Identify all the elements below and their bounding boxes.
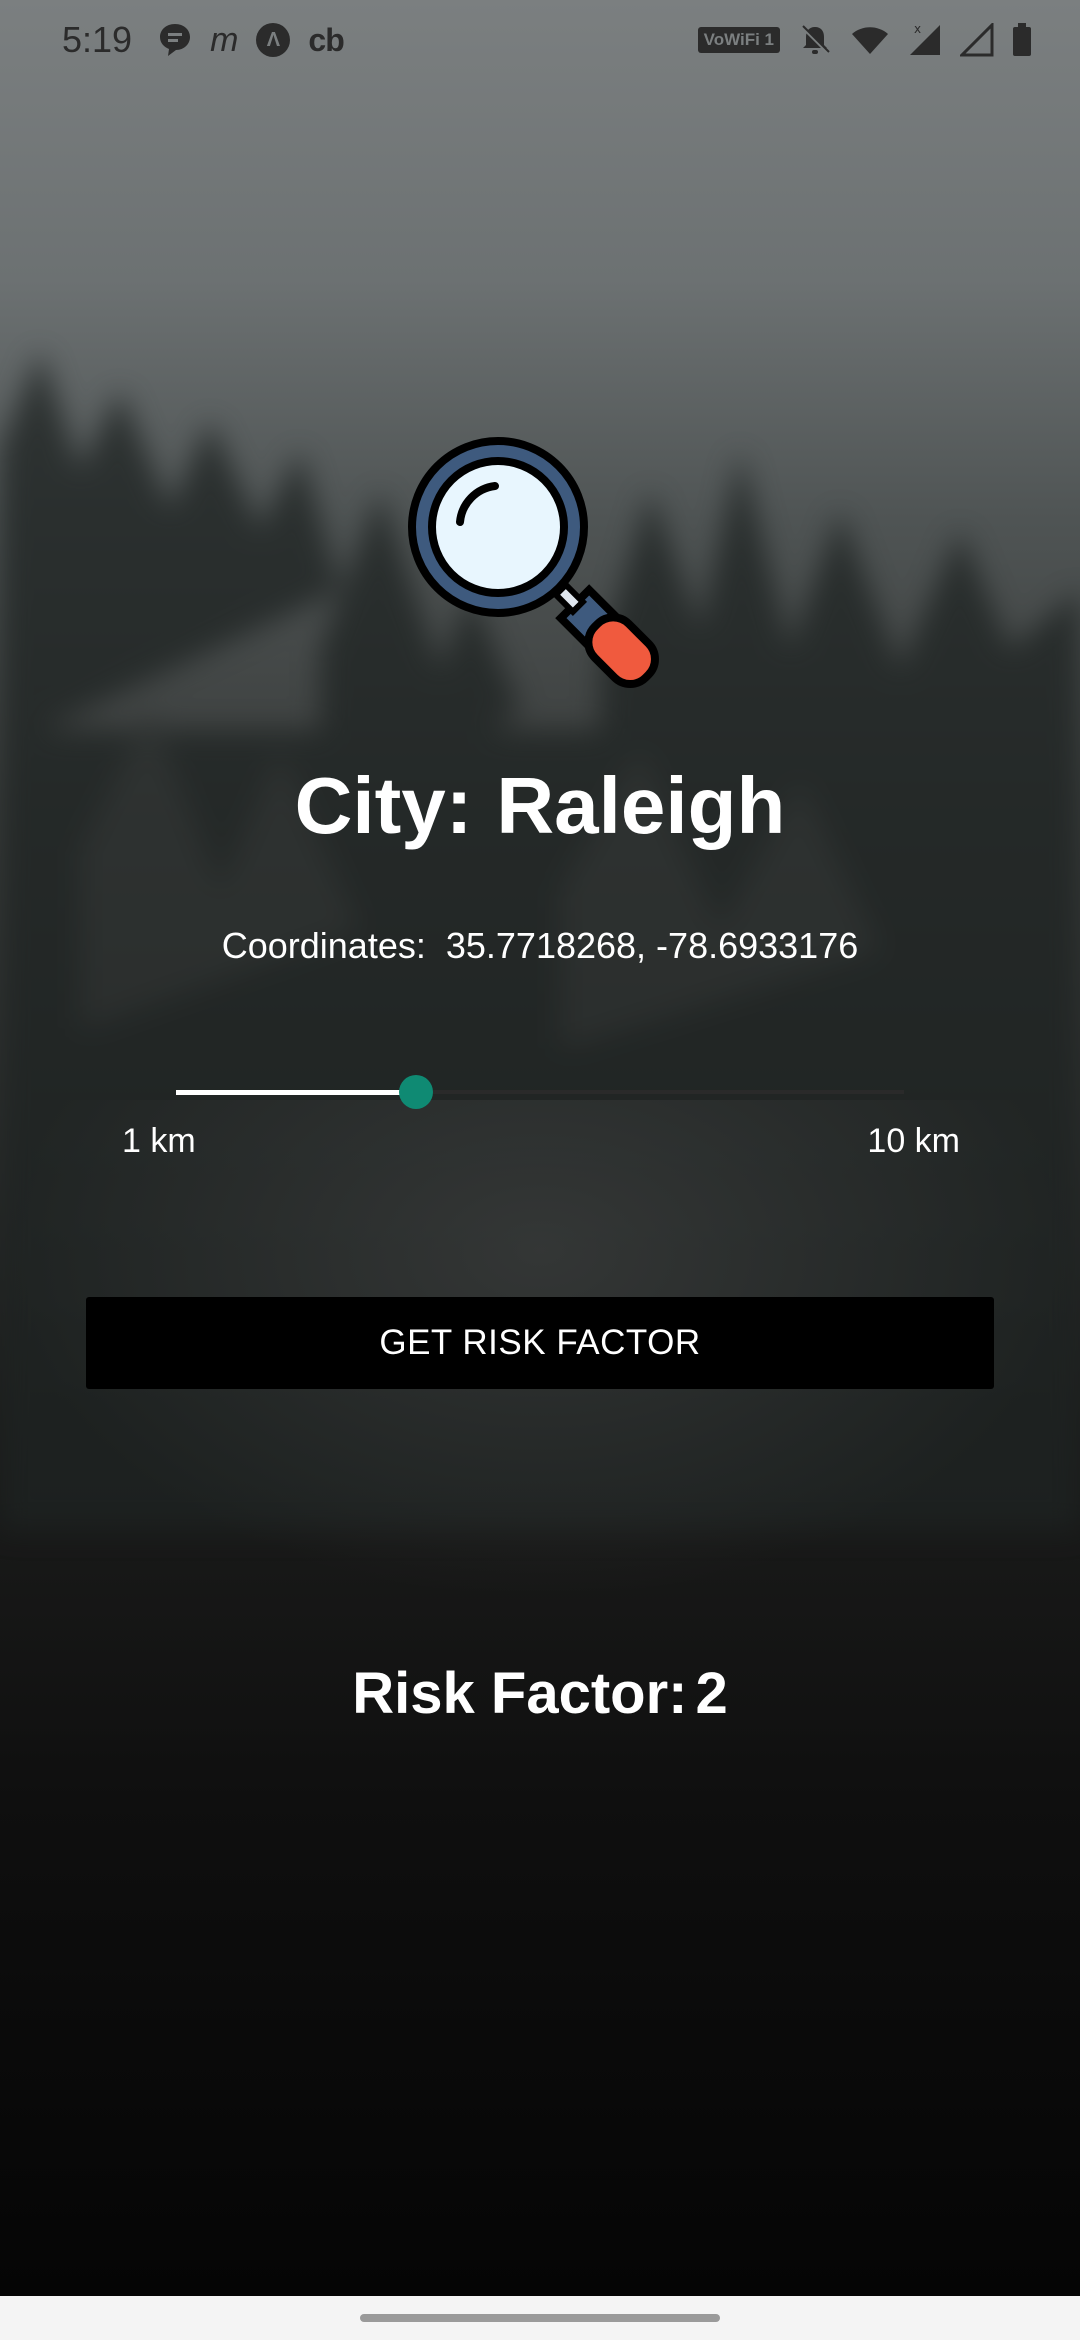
mcdonalds-icon: m (210, 20, 239, 59)
vowifi-badge: VoWiFi 1 (697, 27, 780, 53)
status-right: VoWiFi 1 x (697, 23, 1032, 57)
risk-factor-value: 2 (695, 1661, 728, 1726)
city-label: City: (294, 761, 473, 850)
chat-icon (158, 22, 192, 58)
status-left: 5:19 m Λ cb (62, 19, 345, 61)
signal-icon (960, 23, 994, 57)
city-title: City: Raleigh (0, 760, 1080, 852)
slider-max-label: 10 km (867, 1122, 960, 1160)
slider-thumb[interactable] (399, 1075, 434, 1109)
magnifier-icon (408, 437, 659, 688)
slider-min-label: 1 km (122, 1122, 196, 1160)
slider-fill (176, 1090, 417, 1095)
status-bar: 5:19 m Λ cb VoWiFi 1 x (0, 0, 1080, 80)
mute-icon (798, 23, 832, 57)
svg-text:x: x (914, 23, 921, 36)
wifi-icon (850, 24, 890, 56)
home-indicator[interactable] (360, 2314, 720, 2322)
navigation-bar (0, 2296, 1080, 2340)
battery-icon (1012, 23, 1032, 57)
risk-factor-result: Risk Factor: 2 (0, 1660, 1080, 1727)
app-circle-icon: Λ (256, 23, 291, 57)
coordinates-value: 35.7718268, -78.6933176 (445, 925, 859, 966)
cb-icon: cb (308, 21, 344, 58)
status-time: 5:19 (62, 19, 133, 60)
risk-factor-label: Risk Factor: (352, 1661, 688, 1726)
coordinates-label: Coordinates: (221, 925, 426, 966)
city-name: Raleigh (496, 761, 786, 850)
signal-icon: x (908, 23, 942, 57)
coordinates: Coordinates: 35.7718268, -78.6933176 (0, 925, 1080, 967)
get-risk-factor-button[interactable]: GET RISK FACTOR (86, 1297, 994, 1389)
radius-slider[interactable] (176, 1075, 904, 1109)
